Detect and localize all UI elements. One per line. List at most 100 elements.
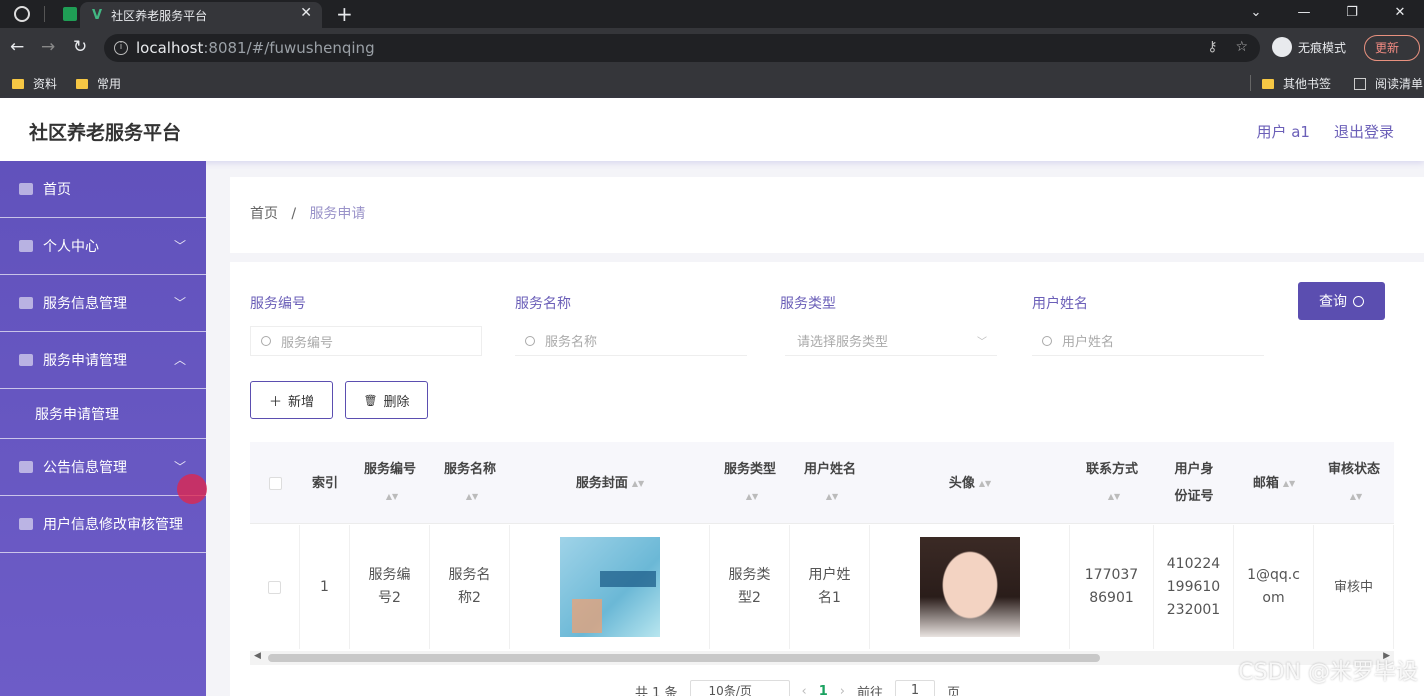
- avatar[interactable]: [919, 537, 1020, 637]
- sort-icon[interactable]: ▲▼: [632, 470, 644, 497]
- header-service-cover[interactable]: 服务封面 ▲▼: [510, 442, 710, 524]
- delete-button[interactable]: 🗑 删除: [345, 381, 428, 419]
- back-icon[interactable]: ←: [10, 37, 24, 57]
- bookmark-divider: [1250, 75, 1251, 91]
- sort-icon[interactable]: ▲▼: [1108, 483, 1120, 510]
- sort-icon[interactable]: ▲▼: [386, 483, 398, 510]
- reload-icon[interactable]: ↻: [73, 37, 87, 57]
- close-window-icon[interactable]: ✕: [1376, 0, 1424, 26]
- browser-tab-active[interactable]: V 社区养老服务平台 ✕: [80, 2, 322, 28]
- header-service-type[interactable]: 服务类型 ▲▼: [710, 442, 790, 524]
- sidebar-item-service-apply[interactable]: 服务申请管理 ︿: [0, 332, 206, 389]
- folder-icon: [12, 78, 24, 89]
- header-label: 头像: [948, 475, 975, 491]
- sidebar-item-announcement[interactable]: 公告信息管理 ﹀: [0, 439, 206, 496]
- bookmark-label: 资料: [33, 77, 58, 91]
- service-type-select[interactable]: 请选择服务类型 ﹀: [785, 326, 997, 356]
- browser-tab-bar: V 社区养老服务平台 ✕ + ⌄ — ❐ ✕: [0, 0, 1424, 28]
- chevron-down-icon: ﹀: [173, 296, 186, 310]
- chevron-down-icon: ﹀: [977, 337, 987, 348]
- row-status: 审核中: [1314, 525, 1394, 649]
- sheets-tab-icon[interactable]: [63, 7, 77, 21]
- user-icon: [19, 240, 33, 252]
- row-email: 1@qq.com: [1234, 525, 1314, 649]
- close-tab-icon[interactable]: ✕: [300, 5, 312, 21]
- header-email[interactable]: 邮箱 ▲▼: [1234, 442, 1314, 524]
- app-title: 社区养老服务平台: [29, 122, 182, 144]
- plus-icon: ＋: [268, 394, 282, 410]
- header-service-no[interactable]: 服务编号 ▲▼: [350, 442, 430, 524]
- header-label: 服务名称: [443, 462, 496, 477]
- page-number-current[interactable]: 1: [819, 684, 828, 696]
- bookmark-folder-changyong[interactable]: 常用: [76, 75, 121, 92]
- sort-icon[interactable]: ▲▼: [746, 483, 758, 510]
- table-row[interactable]: 1 服务编号2 服务名称2 服务类型2 用户姓名1 17703786901 41…: [250, 525, 1394, 649]
- select-all-checkbox[interactable]: [268, 476, 282, 490]
- sort-icon[interactable]: ▲▼: [826, 483, 838, 510]
- header-user-name[interactable]: 用户姓名 ▲▼: [790, 442, 870, 524]
- bookmark-folder-ziliao[interactable]: 资料: [12, 75, 57, 92]
- sort-icon[interactable]: ▲▼: [1283, 470, 1295, 497]
- header-phone[interactable]: 联系方式 ▲▼: [1070, 442, 1154, 524]
- header-status[interactable]: 审核状态 ▲▼: [1314, 442, 1394, 524]
- header-service-name[interactable]: 服务名称 ▲▼: [430, 442, 510, 524]
- info-icon[interactable]: i: [114, 41, 128, 55]
- sort-icon[interactable]: ▲▼: [466, 483, 478, 510]
- user-name-input[interactable]: 用户姓名: [1032, 326, 1264, 356]
- url-field[interactable]: i localhost :8081/#/fuwushenqing ⚷ ☆: [104, 34, 1260, 62]
- forward-icon[interactable]: →: [41, 37, 55, 57]
- sidebar-item-service-info[interactable]: 服务信息管理 ﹀: [0, 275, 206, 332]
- restore-icon[interactable]: ❐: [1328, 0, 1376, 26]
- home-icon: [19, 183, 33, 195]
- search-icon: [261, 336, 271, 346]
- main-card: 服务编号 服务名称 服务类型 用户姓名 服务编号 服务名称 请选择服务类型 ﹀ …: [230, 262, 1424, 696]
- delete-button-label: 删除: [383, 394, 410, 410]
- next-page-icon[interactable]: ›: [840, 684, 845, 696]
- window-controls: ⌄ — ❐ ✕: [1232, 0, 1424, 26]
- header-avatar[interactable]: 头像 ▲▼: [870, 442, 1070, 524]
- user-icon: [19, 518, 33, 530]
- row-phone: 17703786901: [1070, 525, 1154, 649]
- service-name-input[interactable]: 服务名称: [515, 326, 747, 356]
- filter-label-service-type: 服务类型: [780, 296, 836, 312]
- tab-search-icon[interactable]: ⌄: [1232, 0, 1280, 26]
- service-cover-image[interactable]: [559, 537, 660, 637]
- add-button[interactable]: ＋ 新增: [250, 381, 333, 419]
- sidebar-item-home[interactable]: 首页: [0, 161, 206, 218]
- new-tab-icon[interactable]: +: [336, 2, 353, 26]
- chevron-down-icon: ﹀: [173, 460, 186, 474]
- key-star-icons[interactable]: ⚷ ☆: [1207, 39, 1248, 55]
- header-id-card[interactable]: 用户身份证号: [1154, 442, 1234, 524]
- breadcrumb: 首页 / 服务申请: [250, 203, 365, 223]
- sidebar-item-personal-center[interactable]: 个人中心 ﹀: [0, 218, 206, 275]
- bookmark-other[interactable]: 其他书签: [1262, 75, 1331, 92]
- breadcrumb-home[interactable]: 首页: [250, 206, 278, 222]
- sort-icon[interactable]: ▲▼: [979, 470, 991, 497]
- horizontal-scrollbar[interactable]: ◀ ▶: [250, 651, 1394, 665]
- reading-list[interactable]: 阅读清单: [1354, 75, 1423, 92]
- scroll-left-icon[interactable]: ◀: [254, 651, 261, 661]
- row-checkbox[interactable]: [268, 580, 281, 594]
- logout-link[interactable]: 退出登录: [1334, 121, 1394, 142]
- minimize-icon[interactable]: —: [1280, 0, 1328, 26]
- reading-list-icon: [1354, 77, 1366, 90]
- sidebar-subitem-service-apply[interactable]: 服务申请管理: [0, 389, 206, 439]
- prev-page-icon[interactable]: ‹: [802, 684, 807, 696]
- clipboard-icon: [19, 354, 33, 366]
- update-button[interactable]: 更新: [1364, 35, 1420, 61]
- sidebar-item-label: 服务信息管理: [43, 296, 127, 312]
- header-select-all[interactable]: [250, 442, 300, 524]
- row-select-cell[interactable]: [250, 525, 300, 649]
- scrollbar-thumb[interactable]: [268, 654, 1100, 662]
- sidebar-item-user-info-review[interactable]: 用户信息修改审核管理: [0, 496, 206, 553]
- current-user-label[interactable]: 用户 a1: [1256, 121, 1310, 142]
- incognito-indicator[interactable]: 无痕模式: [1272, 37, 1346, 57]
- query-button[interactable]: 查询: [1298, 282, 1385, 320]
- add-button-label: 新增: [288, 394, 315, 410]
- goto-page-input[interactable]: 1: [895, 680, 936, 696]
- page-size-select[interactable]: 10条/页: [689, 680, 790, 696]
- globe-icon[interactable]: [14, 6, 30, 22]
- service-no-input[interactable]: 服务编号: [250, 326, 482, 356]
- row-service-type: 服务类型2: [710, 525, 790, 649]
- sort-icon[interactable]: ▲▼: [1350, 483, 1362, 510]
